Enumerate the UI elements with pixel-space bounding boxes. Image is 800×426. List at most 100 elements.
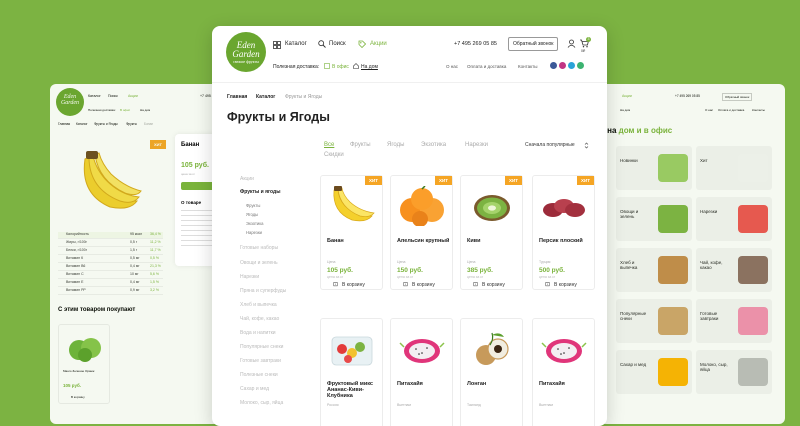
sidebar-item[interactable]: Акции [240,176,254,182]
sort-chevrons-icon[interactable] [584,142,589,149]
user-icon[interactable] [567,39,576,48]
sidebar-item[interactable]: Пряна и суперфуды [240,288,286,294]
category-tile[interactable]: Чай, кофе, какао [696,248,772,292]
nav-about[interactable]: О нас [446,64,458,69]
breadcrumb-catalog-main[interactable]: Каталог [256,94,275,100]
promo-link-main[interactable]: Акции [370,41,387,47]
add-to-cart-button[interactable]: ⊡ В корзину [333,281,365,288]
nav-payment[interactable]: Оплата и доставка [467,64,506,69]
add-to-cart-button[interactable]: ⊡ В корзину [403,281,435,288]
product-name[interactable]: Апельсин крупный [397,238,451,244]
sidebar-item[interactable]: Готовые наборы [240,245,278,251]
search-link[interactable]: Поиск [108,94,118,98]
whatsapp-icon[interactable] [577,62,584,69]
sidebar-subitem[interactable]: Экзотика [246,221,264,226]
delivery-office-main[interactable]: В офис [332,64,349,70]
product-card[interactable]: ХИТ Персик плоский Турция 500 руб. цена за к… [532,175,595,290]
sidebar-item[interactable]: Овощи и зелень [240,260,278,266]
product-name[interactable]: Фруктовый микс Ананас-Киви-Клубника [327,381,381,399]
also-item-name[interactable]: Манго Зеленое Оранж [63,369,94,373]
category-tile[interactable]: Готовые завтраки [696,299,772,343]
promo-link-right[interactable]: Акции [622,94,632,98]
brand-logo[interactable]: Eden Garden [56,88,84,116]
sidebar-subitem[interactable]: Фрукты [246,203,260,208]
tab-fruits[interactable]: Фрукты [350,142,371,148]
delivery-home-right[interactable]: На дом [620,108,630,112]
nutrition-name: Витамин РР [66,288,86,292]
category-tile[interactable]: Популярные снеки [616,299,692,343]
nav-about-right[interactable]: О нас [705,108,713,112]
also-card[interactable]: Манго Зеленое Оранж 105 руб. В корзину [58,324,110,404]
product-card[interactable]: ХИТ Банан Цена 105 руб. цена за кг ⊡ В корзину [320,175,383,290]
tab-exotic[interactable]: Экзотика [421,142,446,148]
sidebar-item[interactable]: Хлеб и выпечка [240,302,277,308]
breadcrumb-home-main[interactable]: Главная [227,94,247,100]
catalog-link[interactable]: Каталог [88,94,101,98]
category-tile[interactable]: Сахар и мед [616,350,692,394]
tab-all[interactable]: Все [324,142,334,148]
search-link-main[interactable]: Поиск [329,41,346,47]
breadcrumb-sub[interactable]: Фрукты [126,122,137,126]
sidebar-item[interactable]: Полезные снеки [240,372,278,378]
product-name[interactable]: Питахайя [397,381,451,387]
category-tile[interactable]: Молоко, сыр, яйца [696,350,772,394]
breadcrumb-catalog[interactable]: Каталог [76,122,88,126]
product-card[interactable]: ХИТ Апельсин крупный Цена 150 руб. цена за к… [390,175,453,290]
category-tile[interactable]: Новинки [616,146,692,190]
sidebar-item[interactable]: Чай, кофе, какао [240,316,279,322]
phone-right[interactable]: +7 495 269 05 85 [675,94,700,98]
delivery-office[interactable]: В офис [120,108,130,112]
nav-payment-right[interactable]: Оплата и доставка [718,108,744,112]
tab-slices[interactable]: Нарезки [465,142,488,148]
tag-icon[interactable] [358,40,366,48]
sidebar-item[interactable]: Фрукты и ягоды [240,189,280,195]
tab-berries[interactable]: Ягоды [387,142,404,148]
tab-discounts[interactable]: Скидки [324,152,344,158]
category-tile[interactable]: Хит [696,146,772,190]
sidebar-item[interactable]: Молоко, сыр, яйца [240,400,283,406]
product-price: 105 руб. [181,162,209,169]
nutrition-row: Витамин РР 0,9 мг 3,2 % [58,288,163,295]
sidebar-item[interactable]: Популярные снеки [240,344,283,350]
also-cart-button[interactable]: В корзину [71,395,85,399]
category-tile[interactable]: Хлеб и выпечка [616,248,692,292]
nav-contacts[interactable]: Контакты [518,64,537,69]
breadcrumb-category[interactable]: Фрукты и Ягоды [94,122,118,126]
product-name[interactable]: Банан [327,238,381,244]
product-name[interactable]: Лонган [467,381,521,387]
add-to-cart-button[interactable]: ⊡ В корзину [473,281,505,288]
tile-image [658,154,688,182]
sidebar-subitem[interactable]: Ягоды [246,212,258,217]
nav-contacts-right[interactable]: Контакты [752,108,765,112]
callback-button-right[interactable]: Обратный звонок [722,93,753,101]
promo-link[interactable]: Акции [128,94,138,98]
delivery-home-main[interactable]: На дом [361,64,378,70]
instagram-icon[interactable] [559,62,566,69]
brand-logo-main[interactable]: Eden Garden свежие фрукты [226,32,266,72]
sidebar-item[interactable]: Нарезки [240,274,259,280]
sort-select[interactable]: Сначала популярные [525,142,575,148]
callback-button[interactable]: Обратный звонок [508,37,559,51]
delivery-home[interactable]: На дом [140,108,150,112]
product-card[interactable]: ХИТ Киви Цена 385 руб. цена за кг ⊡ В корзину [460,175,523,290]
category-tile[interactable]: Нарезки [696,197,772,241]
telegram-icon[interactable] [568,62,575,69]
product-name[interactable]: Персик плоский [539,238,593,244]
sidebar-item[interactable]: Вода и напитки [240,330,276,336]
product-name[interactable]: Киви [467,238,521,244]
category-tile[interactable]: Овощи и зелень [616,197,692,241]
add-to-cart-button[interactable]: ⊡ В корзину [545,281,577,288]
search-icon[interactable] [318,40,326,48]
tile-image [738,358,768,386]
catalog-link-main[interactable]: Каталог [285,41,307,47]
facebook-icon[interactable] [550,62,557,69]
grid-icon[interactable] [273,41,281,49]
product-price: 385 руб. [467,267,493,274]
sidebar-subitem[interactable]: Нарезки [246,230,262,235]
sidebar-item[interactable]: Сахар и мед [240,386,269,392]
cart-count-badge: 3 [586,37,591,42]
phone-main[interactable]: +7 495 269 05 85 [454,41,497,47]
product-name[interactable]: Питахайя [539,381,593,387]
sidebar-item[interactable]: Готовые завтраки [240,358,281,364]
breadcrumb-home[interactable]: Главная [58,122,70,126]
